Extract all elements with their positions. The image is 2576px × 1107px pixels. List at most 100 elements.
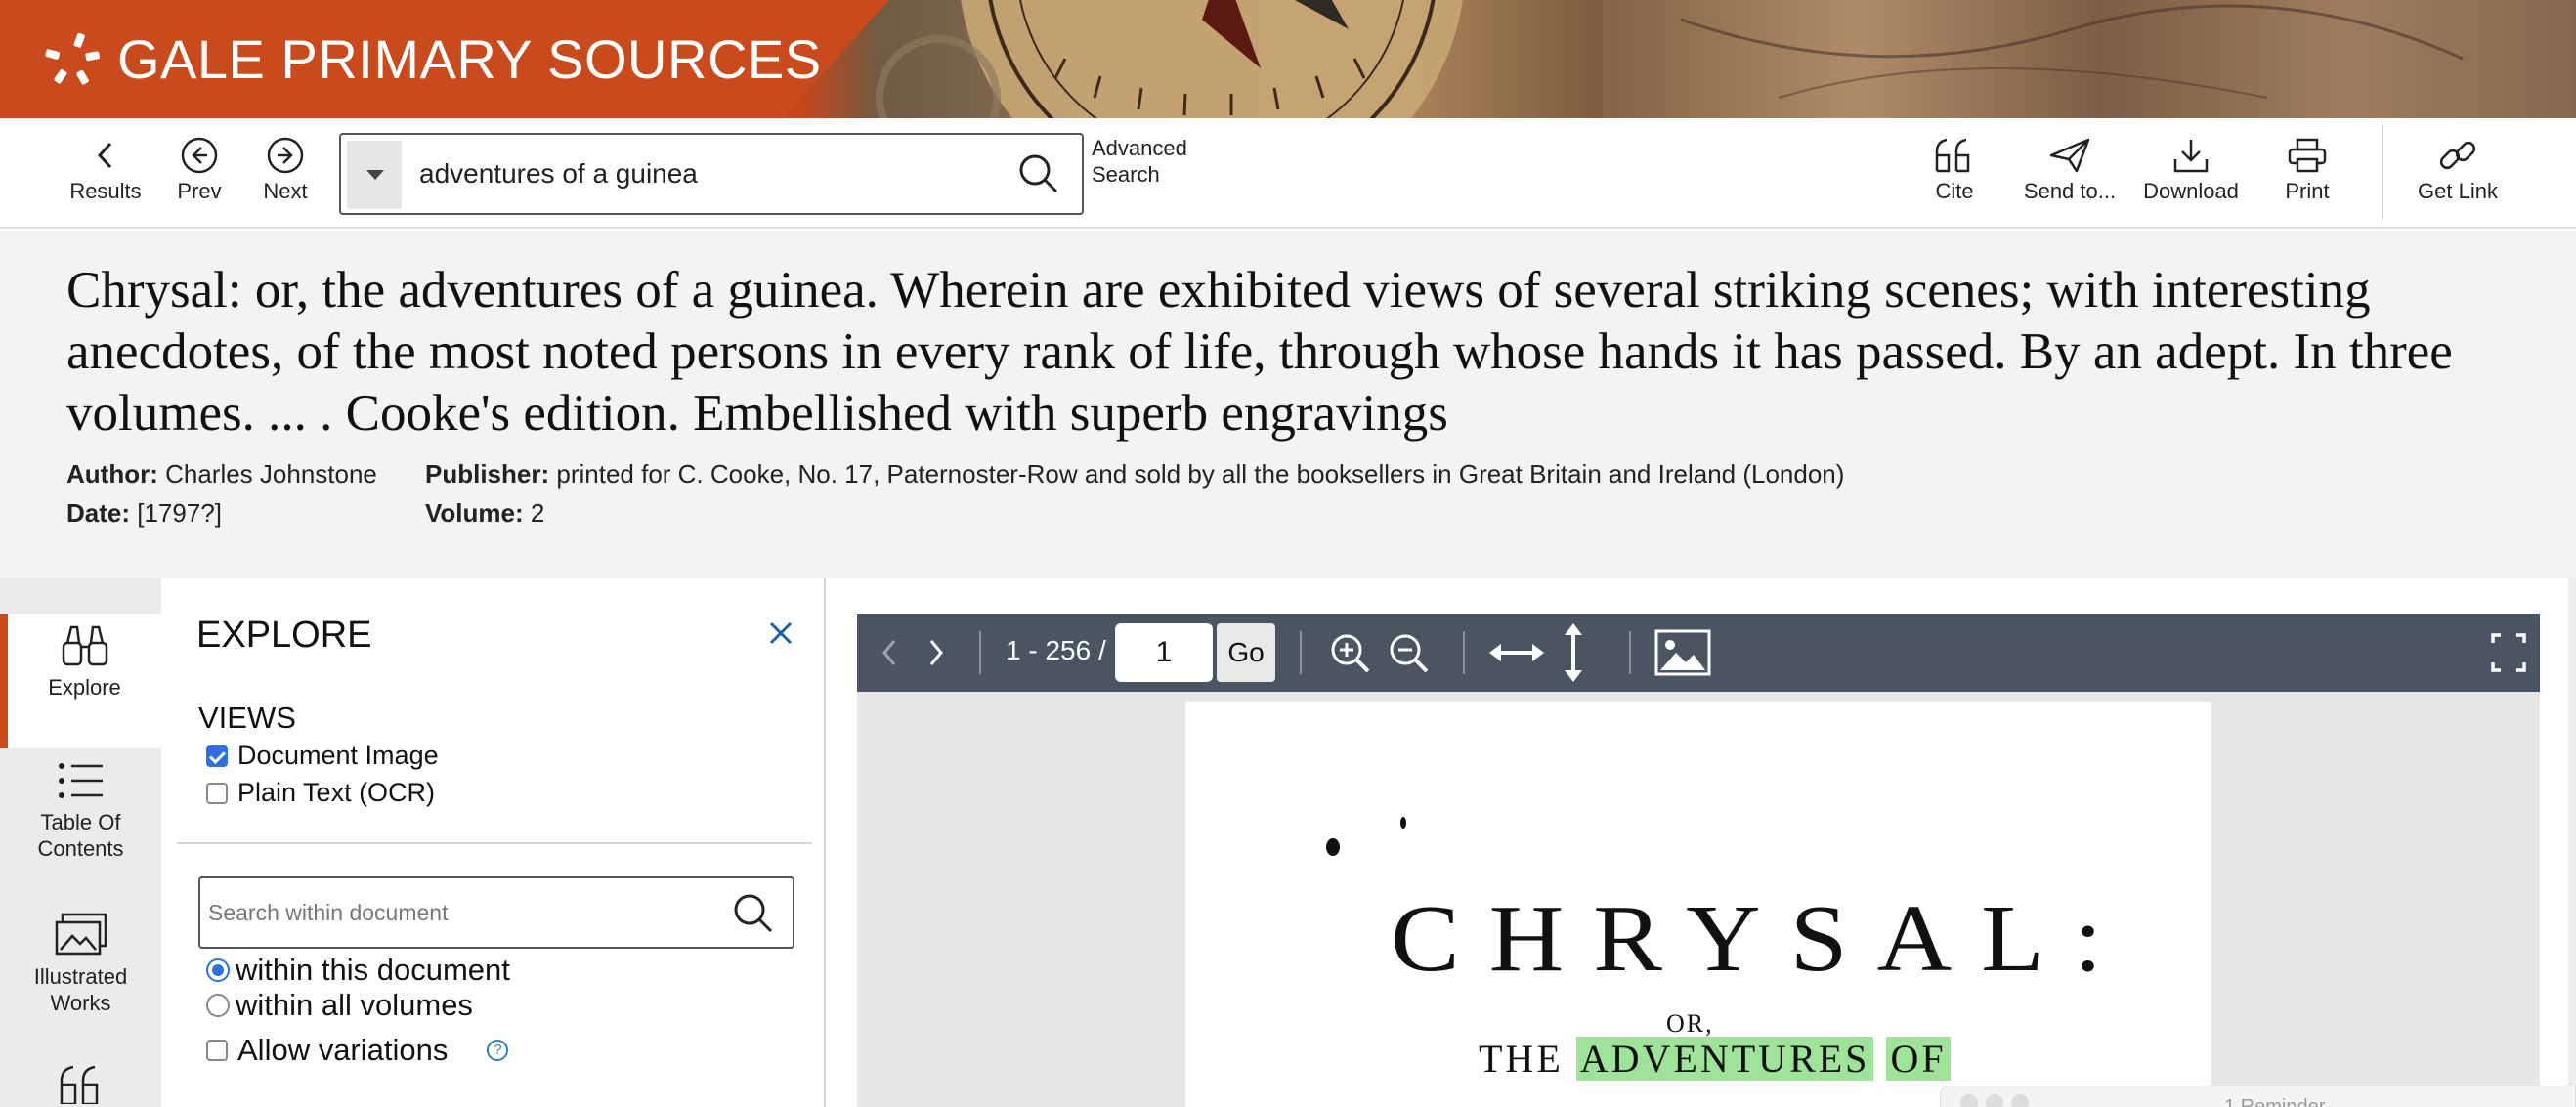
- banner-brand[interactable]: GALE PRIMARY SOURCES: [0, 0, 889, 118]
- cite-label: Cite: [1935, 179, 1974, 203]
- scan-speck: [1326, 838, 1340, 856]
- publisher-meta: Publisher: printed for C. Cooke, No. 17,…: [425, 459, 1844, 490]
- close-icon[interactable]: [767, 619, 794, 647]
- banner-compass-art: [876, 0, 2576, 118]
- toolbar-separator: [1463, 631, 1465, 674]
- zoom-out-icon[interactable]: [1386, 614, 1433, 692]
- rail-item-illustrated-works[interactable]: Illustrated Works: [0, 903, 161, 1049]
- explore-panel: EXPLORE VIEWS Document Image Plain Text …: [161, 578, 826, 1107]
- rail-label-illustrated-1: Illustrated: [33, 964, 128, 989]
- header-banner: GALE PRIMARY SOURCES: [0, 0, 2576, 118]
- advanced-search-link[interactable]: Advanced Search: [1092, 135, 1187, 188]
- document-page-image[interactable]: CHRYSAL: OR, THE ADVENTURES OF: [1185, 702, 2211, 1107]
- checkbox-icon[interactable]: [206, 782, 228, 804]
- scrollbar-track[interactable]: [2568, 578, 2576, 1107]
- advanced-line2: Search: [1092, 162, 1160, 187]
- page-prev-icon[interactable]: [875, 614, 904, 692]
- download-icon: [2173, 140, 2209, 173]
- allow-variations-label: Allow variations: [237, 1033, 449, 1067]
- rail-label-toc-1: Table Of: [40, 810, 121, 834]
- volume-label: Volume:: [425, 498, 524, 528]
- image-view-icon[interactable]: [1654, 614, 1711, 692]
- reminder-title: 1 Reminder: [2224, 1096, 2326, 1107]
- checkbox-checked-icon[interactable]: [206, 745, 228, 767]
- search-input[interactable]: adventures of a guinea: [419, 158, 698, 190]
- prev-button[interactable]: Prev: [172, 136, 227, 204]
- scan-subtitle-line: THE ADVENTURES OF: [1479, 1036, 1951, 1082]
- search-within-document[interactable]: Search within document: [198, 876, 794, 949]
- window-zoom-dot[interactable]: [2011, 1094, 2029, 1107]
- rail-item-table-of-contents[interactable]: Table Of Contents: [0, 750, 161, 897]
- window-minimize-dot[interactable]: [1986, 1094, 2003, 1107]
- document-header: Chrysal: or, the adventures of a guinea.…: [0, 231, 2576, 578]
- document-title: Chrysal: or, the adventures of a guinea.…: [66, 262, 2453, 442]
- toolbar-divider: [2382, 124, 2383, 220]
- get-link-button[interactable]: Get Link: [2412, 136, 2504, 204]
- fit-height-icon[interactable]: [1559, 614, 1588, 692]
- search-type-dropdown[interactable]: [347, 141, 402, 209]
- fit-width-icon[interactable]: [1487, 614, 1546, 692]
- paper-plane-icon: [2049, 138, 2090, 173]
- caret-down-icon: [366, 170, 384, 180]
- author-value[interactable]: Charles Johnstone: [165, 459, 377, 489]
- scope-this-document[interactable]: within this document: [206, 953, 510, 988]
- checkbox-icon[interactable]: [206, 1040, 228, 1061]
- radio-selected-icon[interactable]: [206, 958, 230, 982]
- download-label: Download: [2143, 179, 2239, 203]
- next-label: Next: [263, 179, 308, 203]
- chevron-left-icon: [97, 142, 112, 169]
- results-button[interactable]: Results: [66, 136, 145, 204]
- search-within-placeholder: Search within document: [208, 900, 449, 925]
- left-tool-rail: Explore Table Of Contents Illustrated Wo…: [0, 578, 161, 1107]
- rail-label-explore: Explore: [48, 675, 121, 700]
- page-next-icon[interactable]: [922, 614, 951, 692]
- advanced-line1: Advanced: [1092, 136, 1187, 160]
- author-meta: Author: Charles Johnstone: [66, 459, 377, 490]
- download-button[interactable]: Download: [2142, 136, 2240, 204]
- rail-item-cite[interactable]: [0, 1059, 161, 1107]
- scope-all-volumes[interactable]: within all volumes: [206, 988, 473, 1023]
- search-hit-highlight: OF: [1886, 1037, 1951, 1081]
- publisher-value: printed for C. Cooke, No. 17, Paternoste…: [556, 459, 1845, 489]
- banner-title: GALE PRIMARY SOURCES: [117, 28, 822, 90]
- print-button[interactable]: Print: [2283, 136, 2332, 204]
- help-icon[interactable]: ?: [487, 1040, 509, 1061]
- print-label: Print: [2285, 179, 2330, 203]
- window-close-dot[interactable]: [1960, 1094, 1978, 1107]
- send-to-button[interactable]: Send to...: [2021, 136, 2119, 204]
- view-plain-text[interactable]: Plain Text (OCR): [206, 778, 435, 808]
- view-document-image[interactable]: Document Image: [206, 741, 439, 771]
- divider: [177, 842, 812, 844]
- printer-icon: [2288, 138, 2327, 173]
- publisher-label: Publisher:: [425, 459, 550, 489]
- top-toolbar: Results Prev Next adventures of a guinea…: [0, 118, 2576, 229]
- volume-meta: Volume: 2: [425, 498, 544, 529]
- toolbar-separator: [979, 631, 981, 674]
- results-label: Results: [69, 179, 142, 203]
- scan-speck: [1400, 817, 1406, 829]
- page-number-input[interactable]: 1: [1115, 623, 1213, 682]
- search-hit-highlight: ADVENTURES: [1575, 1037, 1874, 1081]
- volume-value: 2: [530, 498, 545, 528]
- date-label: Date:: [66, 498, 131, 528]
- rail-label-toc-2: Contents: [37, 836, 124, 861]
- search-icon[interactable]: [1017, 152, 1060, 195]
- cite-button[interactable]: Cite: [1930, 136, 1979, 204]
- view-plain-text-label: Plain Text (OCR): [237, 778, 436, 807]
- allow-variations[interactable]: Allow variations ?: [206, 1033, 509, 1068]
- go-button[interactable]: Go: [1217, 623, 1275, 682]
- next-button[interactable]: Next: [258, 136, 313, 204]
- reminder-window[interactable]: 1 Reminder: [1940, 1086, 2576, 1107]
- date-value: [1797?]: [137, 498, 222, 528]
- arrow-left-circle-icon: [181, 137, 218, 174]
- page-range: 1 - 256 /: [1006, 635, 1106, 665]
- search-icon[interactable]: [732, 892, 775, 935]
- radio-icon[interactable]: [206, 994, 230, 1017]
- zoom-in-icon[interactable]: [1327, 614, 1374, 692]
- author-label: Author:: [66, 459, 158, 489]
- views-label: VIEWS: [198, 701, 296, 735]
- rail-item-explore[interactable]: Explore: [0, 614, 161, 748]
- toolbar-separator: [1300, 631, 1302, 674]
- scan-title: CHRYSAL:: [1391, 885, 2132, 992]
- fullscreen-icon[interactable]: [2489, 614, 2528, 692]
